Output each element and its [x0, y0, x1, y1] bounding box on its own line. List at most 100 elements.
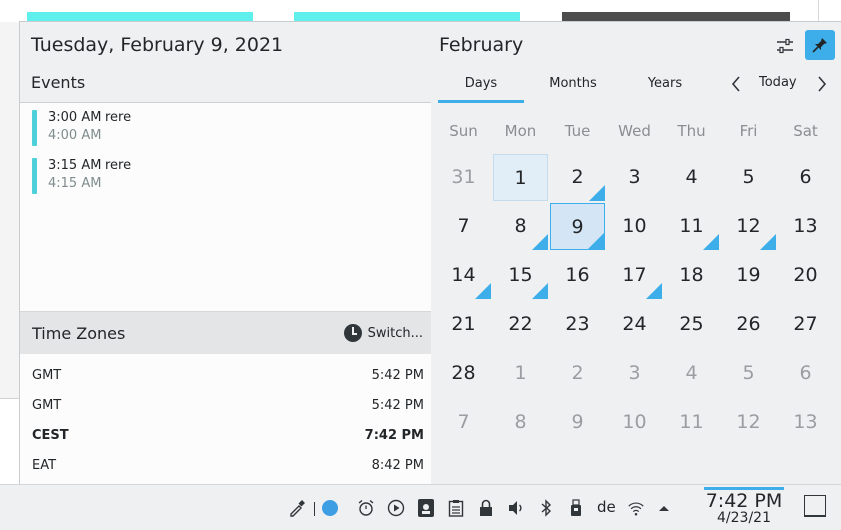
background-tile: [27, 0, 253, 22]
chevron-right-icon: [818, 76, 827, 92]
day-cell[interactable]: 15: [493, 252, 548, 299]
event-item[interactable]: 3:15 AM rere 4:15 AM: [32, 158, 412, 194]
day-cell[interactable]: 24: [607, 301, 662, 348]
alarm-icon[interactable]: [357, 499, 375, 517]
switch-timezone-button[interactable]: Switch...: [343, 322, 423, 344]
day-cell[interactable]: 14: [436, 252, 491, 299]
day-cell[interactable]: 31: [436, 154, 491, 201]
month-view-pane: February Days Months Years Today Sun Mon…: [431, 22, 841, 484]
digital-clock-time[interactable]: 7:42 PM: [704, 487, 784, 512]
timezone-time: 8:42 PM: [371, 458, 424, 473]
weekday-label: Wed: [618, 122, 651, 140]
day-cell[interactable]: 6: [778, 154, 833, 201]
day-cell[interactable]: 6: [778, 350, 833, 397]
digital-clock-date[interactable]: 4/23/21: [704, 510, 784, 526]
day-cell[interactable]: 17: [607, 252, 662, 299]
day-cell[interactable]: 19: [721, 252, 776, 299]
usb-device-icon[interactable]: [567, 499, 585, 517]
tab-years[interactable]: Years: [622, 76, 708, 100]
day-cell[interactable]: 3: [607, 350, 662, 397]
event-start-time: 3:00 AM: [48, 110, 102, 125]
day-cell[interactable]: 27: [778, 301, 833, 348]
pin-button[interactable]: [805, 30, 835, 60]
event-start-time: 3:15 AM: [48, 158, 102, 173]
day-number: 11: [679, 215, 704, 237]
day-cell[interactable]: 22: [493, 301, 548, 348]
day-number: 12: [736, 215, 761, 237]
timezone-row[interactable]: GMT 5:42 PM: [32, 398, 424, 418]
day-cell[interactable]: 25: [664, 301, 719, 348]
color-separator: [314, 502, 315, 516]
circle-swatch-icon: [322, 500, 338, 516]
day-cell[interactable]: 7: [436, 203, 491, 250]
timezone-row[interactable]: GMT 5:42 PM: [32, 368, 424, 388]
tab-days[interactable]: Days: [438, 76, 524, 103]
day-cell[interactable]: 3: [607, 154, 662, 201]
tab-months[interactable]: Months: [530, 76, 616, 100]
timezones-header-label: Time Zones: [32, 324, 126, 343]
event-color-stripe: [32, 110, 37, 146]
day-cell[interactable]: 7: [436, 399, 491, 446]
next-month-button[interactable]: [813, 72, 831, 96]
timezone-name: GMT: [32, 398, 62, 413]
bluetooth-symbol-icon: [541, 499, 552, 517]
timezone-name: EAT: [32, 458, 57, 473]
day-cell[interactable]: 10: [607, 203, 662, 250]
pin-icon: [812, 38, 827, 53]
day-cell[interactable]: 21: [436, 301, 491, 348]
taskbar-panel: de 7:42 PM 4/23/21: [0, 484, 841, 530]
day-cell[interactable]: 28: [436, 350, 491, 397]
previous-month-button[interactable]: [727, 72, 745, 96]
event-marker: [532, 283, 548, 299]
day-cell[interactable]: 8: [493, 399, 548, 446]
clipboard-icon[interactable]: [447, 499, 465, 517]
media-player-icon[interactable]: [387, 499, 405, 517]
weekday-label: Fri: [739, 122, 758, 140]
day-cell[interactable]: 26: [721, 301, 776, 348]
timezone-row[interactable]: CEST 7:42 PM: [32, 428, 424, 448]
day-cell[interactable]: 18: [664, 252, 719, 299]
timezone-row[interactable]: EAT 8:42 PM: [32, 458, 424, 478]
configure-button[interactable]: [771, 32, 799, 60]
network-icon[interactable]: [627, 499, 645, 517]
day-cell[interactable]: 2: [550, 154, 605, 201]
color-picker-icon[interactable]: [288, 499, 306, 517]
event-title: rere: [105, 110, 132, 125]
day-cell[interactable]: 12: [721, 203, 776, 250]
day-cell[interactable]: 12: [721, 399, 776, 446]
show-desktop-icon[interactable]: [804, 495, 826, 517]
day-cell[interactable]: 5: [721, 154, 776, 201]
day-cell[interactable]: 11: [664, 399, 719, 446]
vault-icon[interactable]: [417, 499, 435, 517]
day-cell[interactable]: 11: [664, 203, 719, 250]
day-cell[interactable]: 10: [607, 399, 662, 446]
event-item[interactable]: 3:00 AM rere 4:00 AM: [32, 110, 412, 146]
volume-icon[interactable]: [507, 499, 525, 517]
timezone-name: CEST: [32, 428, 69, 443]
day-cell[interactable]: 9: [550, 399, 605, 446]
background-tile: [294, 0, 520, 22]
day-cell[interactable]: 20: [778, 252, 833, 299]
day-cell[interactable]: 4: [664, 350, 719, 397]
day-cell[interactable]: 8: [493, 203, 548, 250]
color-swatch-icon[interactable]: [321, 499, 339, 517]
day-cell-selected[interactable]: 9: [550, 203, 605, 250]
timezones-section-header: Time Zones Switch...: [20, 311, 431, 355]
lock-icon[interactable]: [477, 499, 495, 517]
day-cell[interactable]: 13: [778, 203, 833, 250]
day-cell[interactable]: 16: [550, 252, 605, 299]
today-button[interactable]: Today: [759, 75, 797, 90]
day-number: 2: [571, 166, 584, 188]
day-cell[interactable]: 13: [778, 399, 833, 446]
day-cell[interactable]: 23: [550, 301, 605, 348]
day-cell[interactable]: 4: [664, 154, 719, 201]
expand-tray-button[interactable]: [655, 499, 673, 517]
day-cell[interactable]: 1: [493, 350, 548, 397]
weekday-label: Thu: [677, 122, 706, 140]
event-marker: [646, 283, 662, 299]
day-cell-today[interactable]: 1: [493, 154, 548, 201]
day-cell[interactable]: 5: [721, 350, 776, 397]
day-cell[interactable]: 2: [550, 350, 605, 397]
bluetooth-icon[interactable]: [537, 499, 555, 517]
keyboard-layout-indicator[interactable]: de: [597, 498, 616, 516]
